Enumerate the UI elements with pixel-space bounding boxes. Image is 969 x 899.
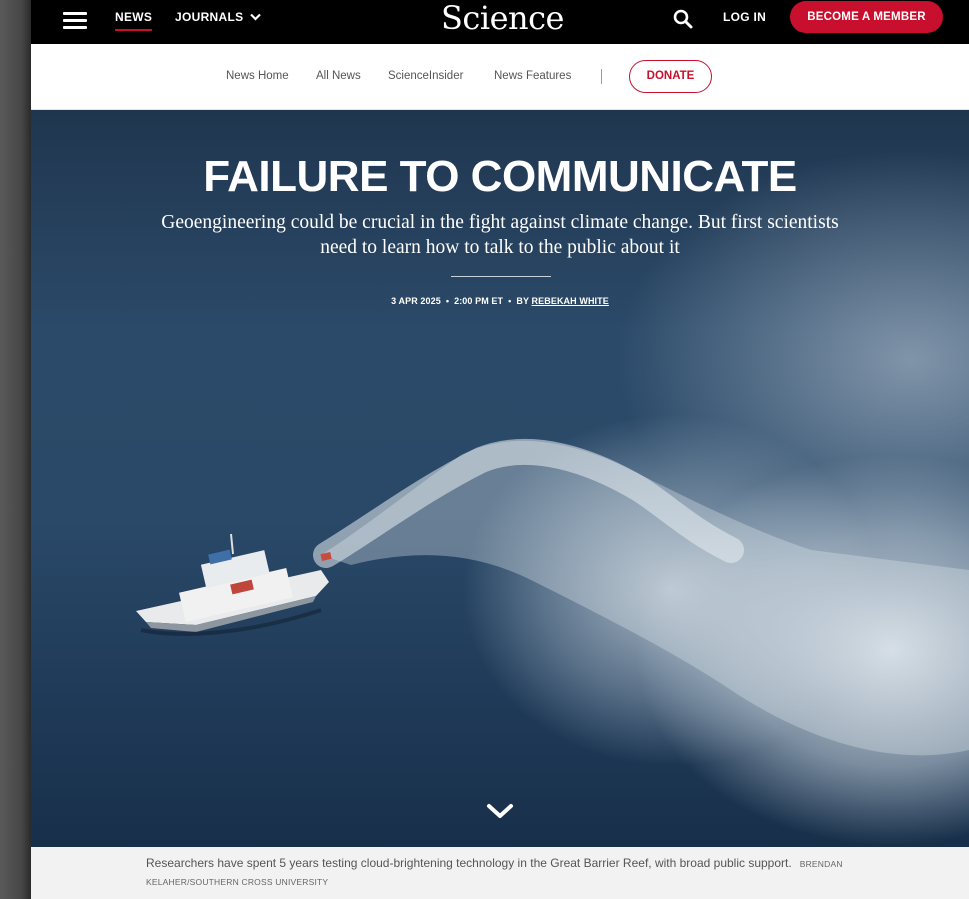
subnav-news-features[interactable]: News Features (494, 70, 571, 82)
chevron-down-icon (250, 13, 262, 21)
hamburger-menu-icon[interactable] (63, 9, 87, 33)
subnav-news-home[interactable]: News Home (226, 70, 289, 82)
headline-divider (451, 276, 551, 277)
publish-time: 2:00 PM ET (454, 296, 504, 306)
image-caption: Researchers have spent 5 years testing c… (31, 847, 969, 899)
publish-date: 3 APR 2025 (391, 296, 441, 306)
hero-image: FAILURE TO COMMUNICATE Geoengineering co… (31, 110, 969, 847)
author-link[interactable]: REBEKAH WHITE (532, 296, 609, 306)
news-sub-nav: News Home All News ScienceInsider News F… (31, 44, 969, 110)
nav-news[interactable]: NEWS (115, 10, 152, 24)
caption-text-block: Researchers have spent 5 years testing c… (146, 855, 846, 891)
browser-edge (0, 0, 31, 899)
donate-button[interactable]: DONATE (629, 60, 712, 93)
subnav-scienceinsider[interactable]: ScienceInsider (388, 70, 463, 82)
top-nav-bar: NEWS JOURNALS Science LOG IN BECOME A ME… (31, 0, 969, 44)
byline-prefix: BY (516, 296, 529, 306)
page: NEWS JOURNALS Science LOG IN BECOME A ME… (31, 0, 969, 899)
subheadline: Geoengineering could be crucial in the f… (161, 212, 839, 258)
meta-separator: • (445, 296, 450, 306)
nav-journals-label: JOURNALS (175, 10, 244, 24)
meta-separator: • (508, 296, 512, 306)
article-meta: 3 APR 2025 • 2:00 PM ET • BY REBEKAH WHITE (31, 296, 969, 306)
scroll-down-chevron-icon[interactable] (486, 800, 514, 822)
active-nav-indicator (115, 29, 152, 31)
science-logo[interactable]: Science (441, 0, 564, 37)
nav-journals[interactable]: JOURNALS (175, 10, 262, 24)
subnav-all-news[interactable]: All News (316, 70, 361, 82)
become-member-button[interactable]: BECOME A MEMBER (790, 1, 943, 33)
caption-text: Researchers have spent 5 years testing c… (146, 856, 792, 870)
login-link[interactable]: LOG IN (723, 10, 766, 24)
headline: FAILURE TO COMMUNICATE (203, 152, 797, 201)
subnav-divider (601, 69, 602, 84)
search-icon[interactable] (671, 7, 695, 31)
